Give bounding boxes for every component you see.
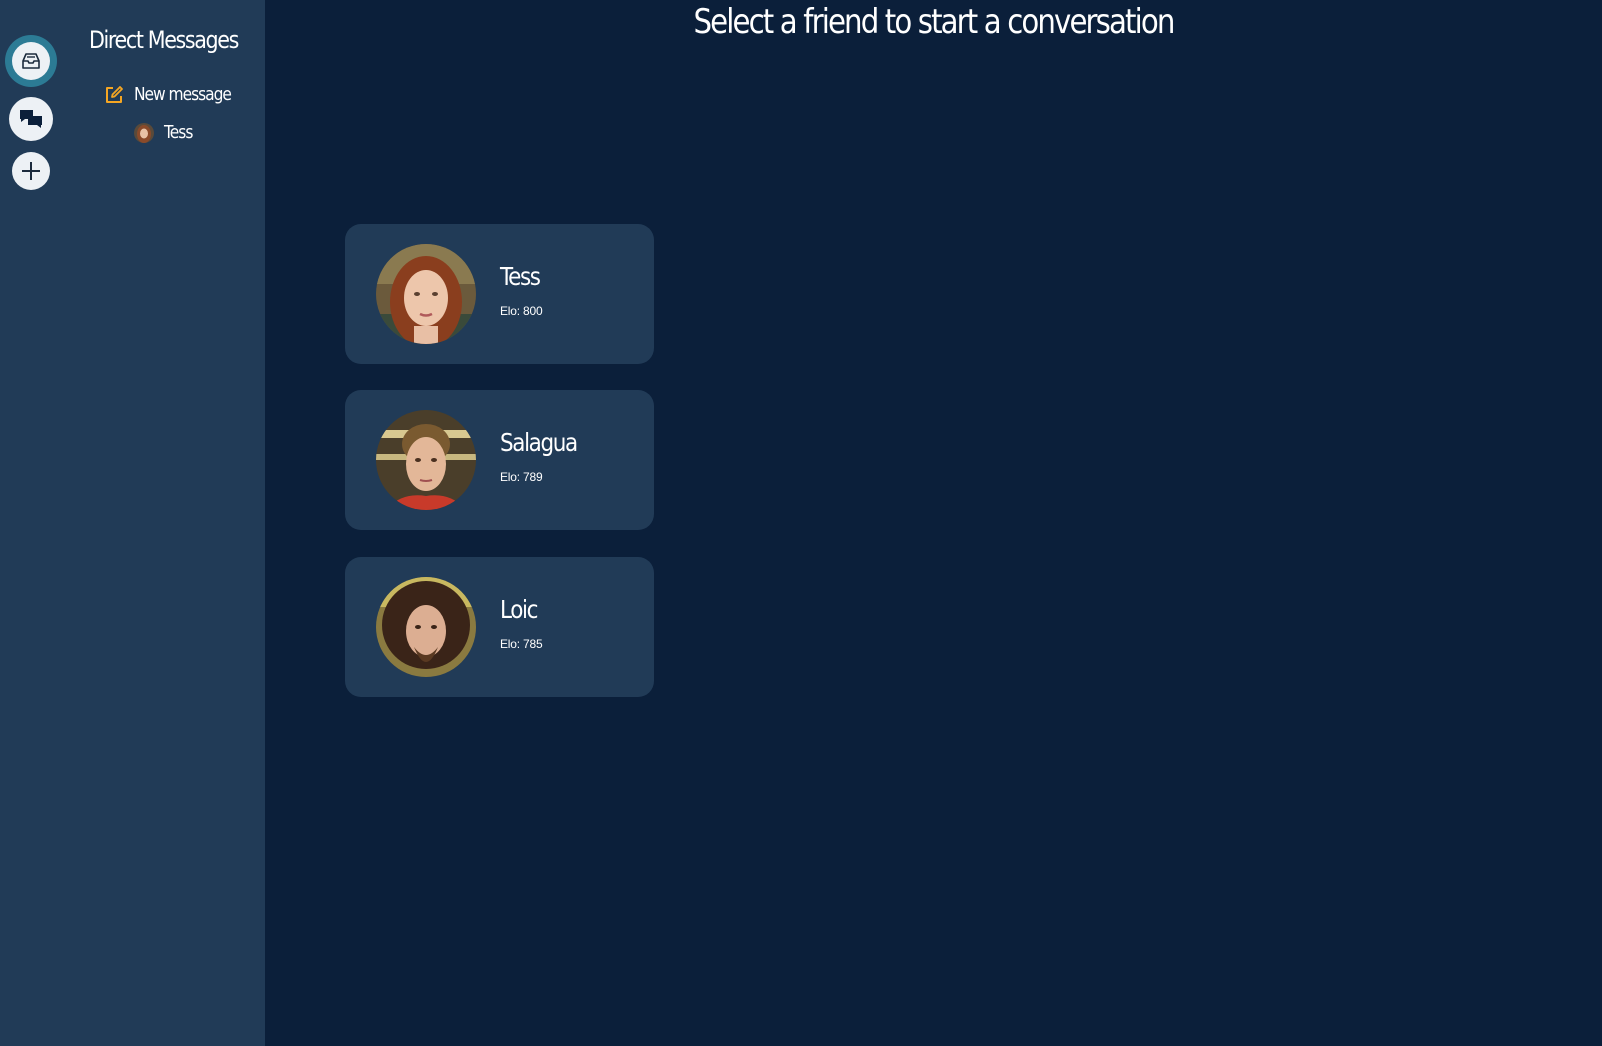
elo-label: Elo: — [500, 637, 520, 651]
conversation-item-tess[interactable]: Tess — [134, 122, 197, 143]
new-message-button[interactable]: New message — [104, 84, 247, 105]
server-rail — [0, 0, 62, 1046]
friend-card-tess[interactable]: Tess Elo: 800 — [345, 224, 654, 364]
compose-icon — [104, 85, 124, 105]
avatar — [376, 244, 476, 344]
new-message-label: New message — [134, 84, 232, 105]
friend-elo: Elo: 785 — [500, 637, 543, 651]
avatar — [134, 122, 154, 143]
conversation-name: Tess — [164, 122, 193, 143]
add-server-button[interactable] — [12, 152, 50, 190]
elo-value: 800 — [523, 304, 543, 318]
avatar — [376, 410, 476, 510]
elo-value: 789 — [523, 470, 543, 484]
inbox-button-inner — [12, 42, 50, 80]
elo-value: 785 — [523, 637, 543, 651]
friend-name: Tess — [500, 262, 541, 291]
app-root: Direct Messages New message Tess Select … — [0, 0, 1602, 1046]
page-title: Select a friend to start a conversation — [693, 2, 1176, 42]
friend-name: Salagua — [500, 428, 578, 457]
messages-button[interactable] — [9, 97, 53, 141]
elo-label: Elo: — [500, 470, 520, 484]
dm-sidebar: Direct Messages New message Tess — [62, 0, 265, 1046]
friend-card-salagua[interactable]: Salagua Elo: 789 — [345, 390, 654, 530]
elo-label: Elo: — [500, 304, 520, 318]
chat-bubbles-icon — [20, 110, 42, 128]
inbox-button[interactable] — [5, 35, 57, 87]
inbox-icon — [22, 53, 40, 69]
avatar — [376, 577, 476, 677]
friend-card-loic[interactable]: Loic Elo: 785 — [345, 557, 654, 697]
friend-elo: Elo: 789 — [500, 470, 543, 484]
friend-name: Loic — [500, 595, 538, 624]
plus-icon — [22, 162, 40, 180]
friend-elo: Elo: 800 — [500, 304, 543, 318]
sidebar-title: Direct Messages — [89, 26, 239, 54]
